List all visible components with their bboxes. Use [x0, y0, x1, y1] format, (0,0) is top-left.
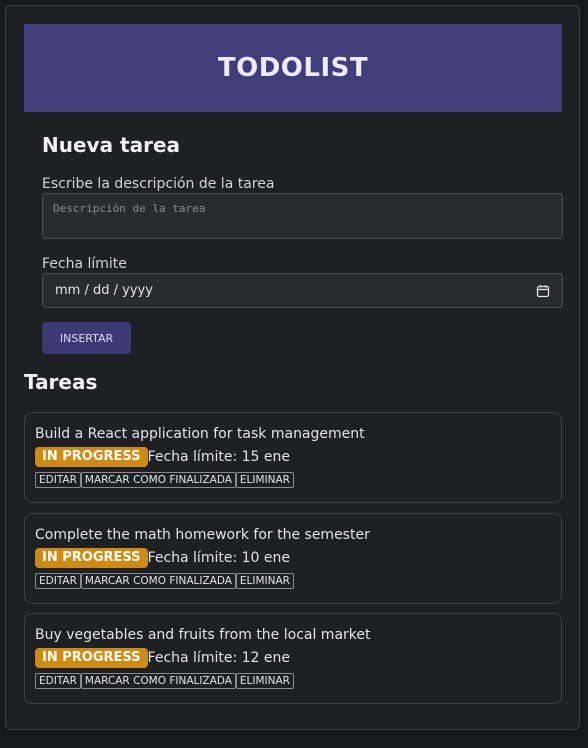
task-description: Complete the math homework for the semes…	[35, 527, 370, 543]
edit-button[interactable]: EDITAR	[35, 472, 81, 488]
task-status-line: IN PROGRESS Fecha límite: 12 ene	[35, 648, 290, 668]
insert-button[interactable]: INSERTAR	[42, 322, 131, 354]
new-task-form: Nueva tarea Escribe la descripción de la…	[42, 130, 563, 354]
edit-button[interactable]: EDITAR	[35, 573, 81, 589]
task-actions: EDITAR MARCAR COMO FINALIZADA ELIMINAR	[35, 573, 294, 589]
task-due-date: Fecha límite: 15 ene	[147, 449, 290, 465]
task-card: Build a React application for task manag…	[24, 412, 562, 503]
status-badge: IN PROGRESS	[35, 648, 148, 668]
task-description: Buy vegetables and fruits from the local…	[35, 627, 371, 643]
mark-finished-button[interactable]: MARCAR COMO FINALIZADA	[80, 472, 236, 488]
tasks-heading: Tareas	[24, 370, 98, 394]
calendar-icon[interactable]	[536, 284, 550, 298]
due-date-label: Fecha límite	[42, 256, 127, 272]
app-title: TODOLIST	[217, 53, 369, 83]
task-description: Build a React application for task manag…	[35, 426, 365, 442]
task-due-date: Fecha límite: 12 ene	[147, 650, 290, 666]
app-container: TODOLIST Nueva tarea Escribe la descripc…	[5, 5, 580, 730]
task-actions: EDITAR MARCAR COMO FINALIZADA ELIMINAR	[35, 472, 294, 488]
delete-button[interactable]: ELIMINAR	[235, 573, 294, 589]
task-due-date: Fecha límite: 10 ene	[147, 550, 290, 566]
description-input[interactable]	[42, 193, 563, 239]
task-status-line: IN PROGRESS Fecha límite: 10 ene	[35, 548, 290, 568]
task-actions: EDITAR MARCAR COMO FINALIZADA ELIMINAR	[35, 673, 294, 689]
task-card: Complete the math homework for the semes…	[24, 513, 562, 604]
delete-button[interactable]: ELIMINAR	[235, 472, 294, 488]
description-label: Escribe la descripción de la tarea	[42, 176, 275, 192]
mark-finished-button[interactable]: MARCAR COMO FINALIZADA	[80, 673, 236, 689]
status-badge: IN PROGRESS	[35, 447, 148, 467]
app-header: TODOLIST	[24, 24, 562, 112]
edit-button[interactable]: EDITAR	[35, 673, 81, 689]
delete-button[interactable]: ELIMINAR	[235, 673, 294, 689]
task-status-line: IN PROGRESS Fecha límite: 15 ene	[35, 447, 290, 467]
due-date-input[interactable]: mm / dd / yyyy	[42, 273, 563, 308]
due-date-placeholder: mm / dd / yyyy	[55, 283, 153, 298]
status-badge: IN PROGRESS	[35, 548, 148, 568]
task-card: Buy vegetables and fruits from the local…	[24, 613, 562, 704]
new-task-heading: Nueva tarea	[42, 133, 181, 157]
mark-finished-button[interactable]: MARCAR COMO FINALIZADA	[80, 573, 236, 589]
